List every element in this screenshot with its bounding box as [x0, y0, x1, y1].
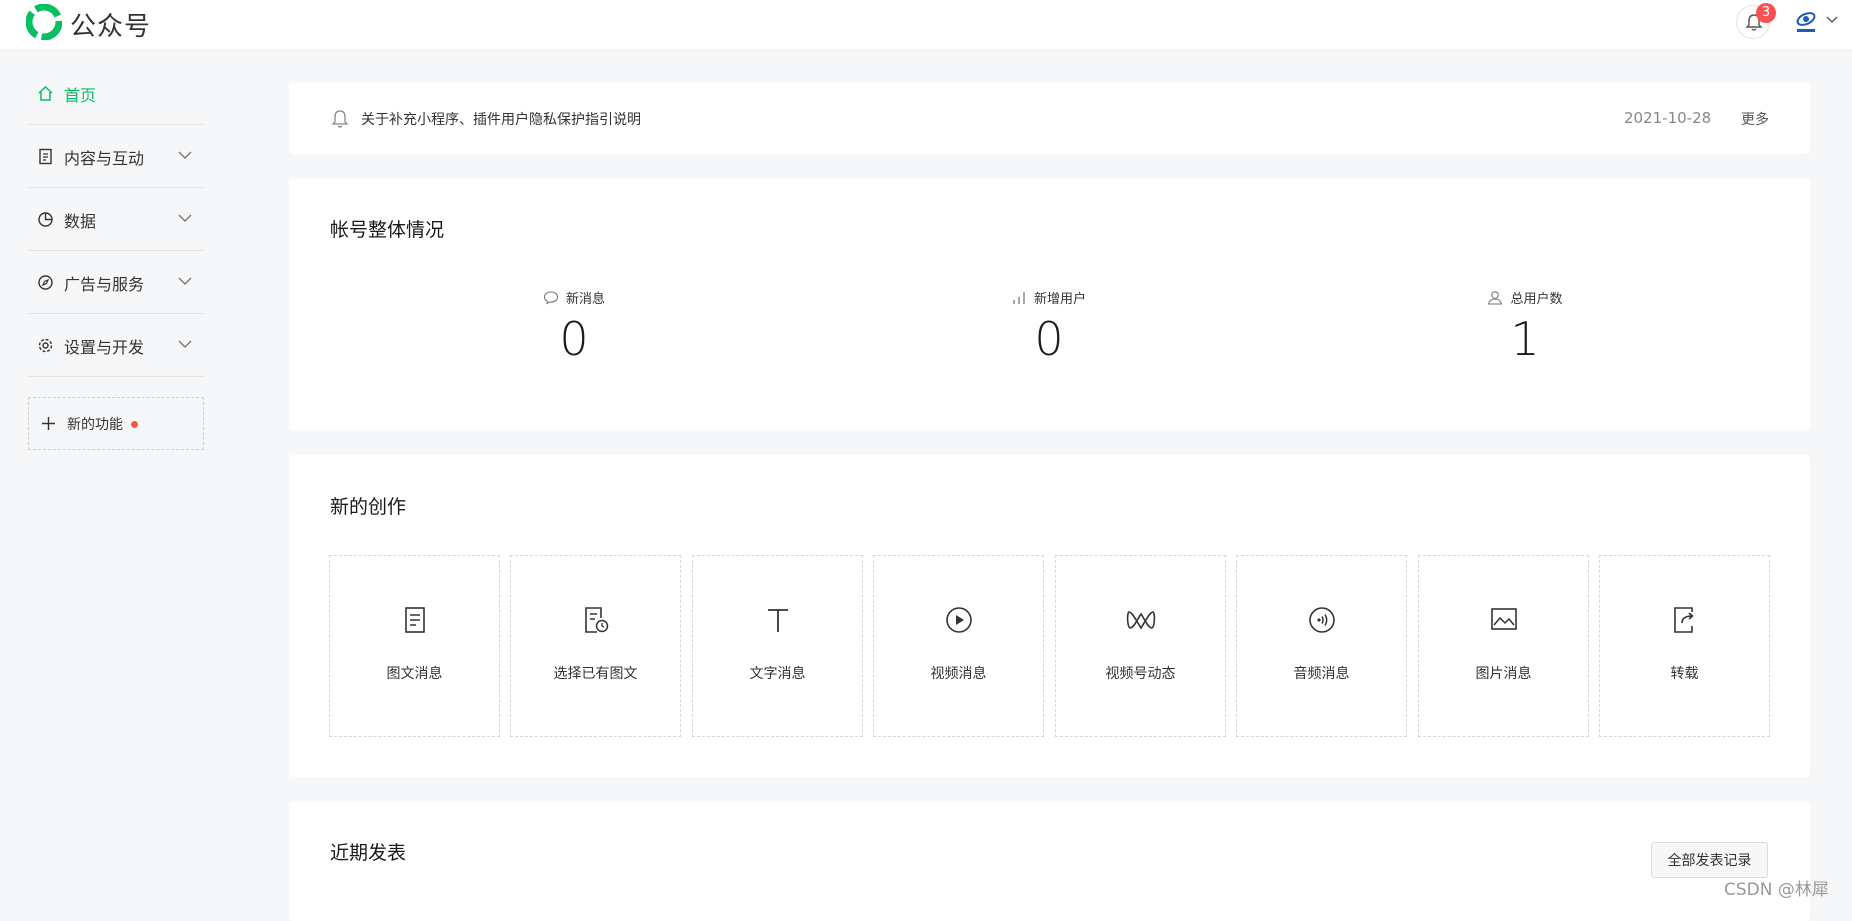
notice-link[interactable]: 关于补充小程序、插件用户隐私保护指引说明 [361, 109, 641, 129]
create-tile-image[interactable]: 图片消息 [1418, 555, 1589, 737]
create-tile-existing-article[interactable]: 选择已有图文 [510, 555, 681, 737]
pie-chart-icon [38, 212, 53, 227]
sidebar-item-label: 首页 [64, 86, 97, 105]
create-tile-channels[interactable]: 视频号动态 [1055, 555, 1226, 737]
sidebar-item-label: 广告与服务 [64, 275, 145, 294]
chevron-down-icon [178, 277, 192, 285]
stat-label: 总用户数 [1510, 291, 1563, 307]
stat-value: 1 [1510, 312, 1540, 366]
create-tile-video[interactable]: 视频消息 [873, 555, 1044, 737]
new-feature-label: 新的功能 [67, 417, 123, 433]
avatar[interactable] [1792, 8, 1820, 36]
create-tile-article[interactable]: 图文消息 [329, 555, 500, 737]
tile-label: 音频消息 [1293, 666, 1350, 682]
create-card: 新的创作 图文消息 选择已有图文 文字消息 视频消息 视频号动态 音频消息 图片… [289, 455, 1810, 777]
tile-label: 转载 [1670, 666, 1699, 682]
stat-label: 新增用户 [1033, 291, 1086, 307]
plus-icon [42, 417, 55, 430]
sidebar-item-home[interactable]: 首页 [28, 63, 204, 125]
bar-chart-icon [1013, 291, 1025, 304]
audio-icon [1308, 607, 1335, 633]
tile-label: 图片消息 [1475, 666, 1532, 682]
channels-icon [1126, 611, 1155, 630]
top-bar: 公众号 3 [0, 0, 1852, 51]
user-icon [1488, 290, 1503, 305]
tile-label: 视频号动态 [1105, 666, 1176, 682]
image-icon [1490, 608, 1517, 630]
brand-title[interactable]: 公众号 [70, 6, 151, 43]
stat-new-messages[interactable]: 新消息 0 [444, 286, 704, 366]
chat-bubble-icon [543, 290, 559, 305]
share-icon [1673, 607, 1694, 633]
article-clock-icon [584, 607, 608, 633]
stat-total-users[interactable]: 总用户数 1 [1395, 286, 1655, 366]
chevron-down-icon [178, 151, 192, 159]
create-tile-text[interactable]: 文字消息 [692, 555, 863, 737]
sidebar-item-label: 内容与互动 [64, 149, 145, 168]
overview-title: 帐号整体情况 [330, 219, 445, 241]
new-feature-button[interactable]: 新的功能 [28, 397, 204, 450]
tile-label: 文字消息 [749, 666, 806, 682]
create-tile-audio[interactable]: 音频消息 [1236, 555, 1407, 737]
tile-label: 选择已有图文 [553, 666, 638, 682]
gear-icon [38, 338, 53, 353]
sidebar-item-ads[interactable]: 广告与服务 [28, 252, 204, 314]
document-icon [39, 148, 52, 165]
sidebar-item-settings[interactable]: 设置与开发 [28, 315, 204, 377]
tile-label: 图文消息 [386, 666, 443, 682]
stat-label: 新消息 [565, 291, 605, 307]
wechat-logo-icon[interactable] [26, 4, 62, 40]
sidebar-item-content[interactable]: 内容与互动 [28, 126, 204, 188]
notification-badge: 3 [1756, 3, 1776, 23]
play-icon [945, 607, 972, 633]
notice-date: 2021-10-28 [1624, 109, 1712, 127]
tile-label: 视频消息 [930, 666, 987, 682]
chevron-down-icon [178, 340, 192, 348]
watermark: CSDN @林犀 [1724, 880, 1829, 900]
sidebar-item-label: 设置与开发 [64, 338, 145, 357]
sidebar-item-label: 数据 [64, 212, 97, 231]
sidebar-item-data[interactable]: 数据 [28, 189, 204, 251]
stat-value: 0 [559, 312, 589, 366]
bell-icon [331, 110, 349, 128]
article-icon [404, 607, 425, 633]
text-icon [767, 609, 788, 632]
notice-card: 关于补充小程序、插件用户隐私保护指引说明 2021-10-28 更多 [289, 83, 1810, 154]
home-icon [38, 85, 53, 101]
all-publish-records-button[interactable]: 全部发表记录 [1651, 842, 1768, 878]
notice-more-link[interactable]: 更多 [1741, 109, 1769, 129]
new-indicator-dot [131, 421, 138, 428]
overview-card: 帐号整体情况 新消息 0 新增用户 0 总用户数 1 [289, 179, 1810, 431]
stat-new-users[interactable]: 新增用户 0 [919, 286, 1179, 366]
chevron-down-icon [178, 214, 192, 222]
recent-card: 近期发表 全部发表记录 [289, 801, 1810, 921]
compass-icon [38, 275, 53, 290]
chevron-down-icon[interactable] [1826, 16, 1838, 24]
recent-title: 近期发表 [330, 842, 407, 864]
stat-value: 0 [1034, 312, 1064, 366]
create-title: 新的创作 [330, 496, 407, 518]
create-tile-repost[interactable]: 转载 [1599, 555, 1770, 737]
